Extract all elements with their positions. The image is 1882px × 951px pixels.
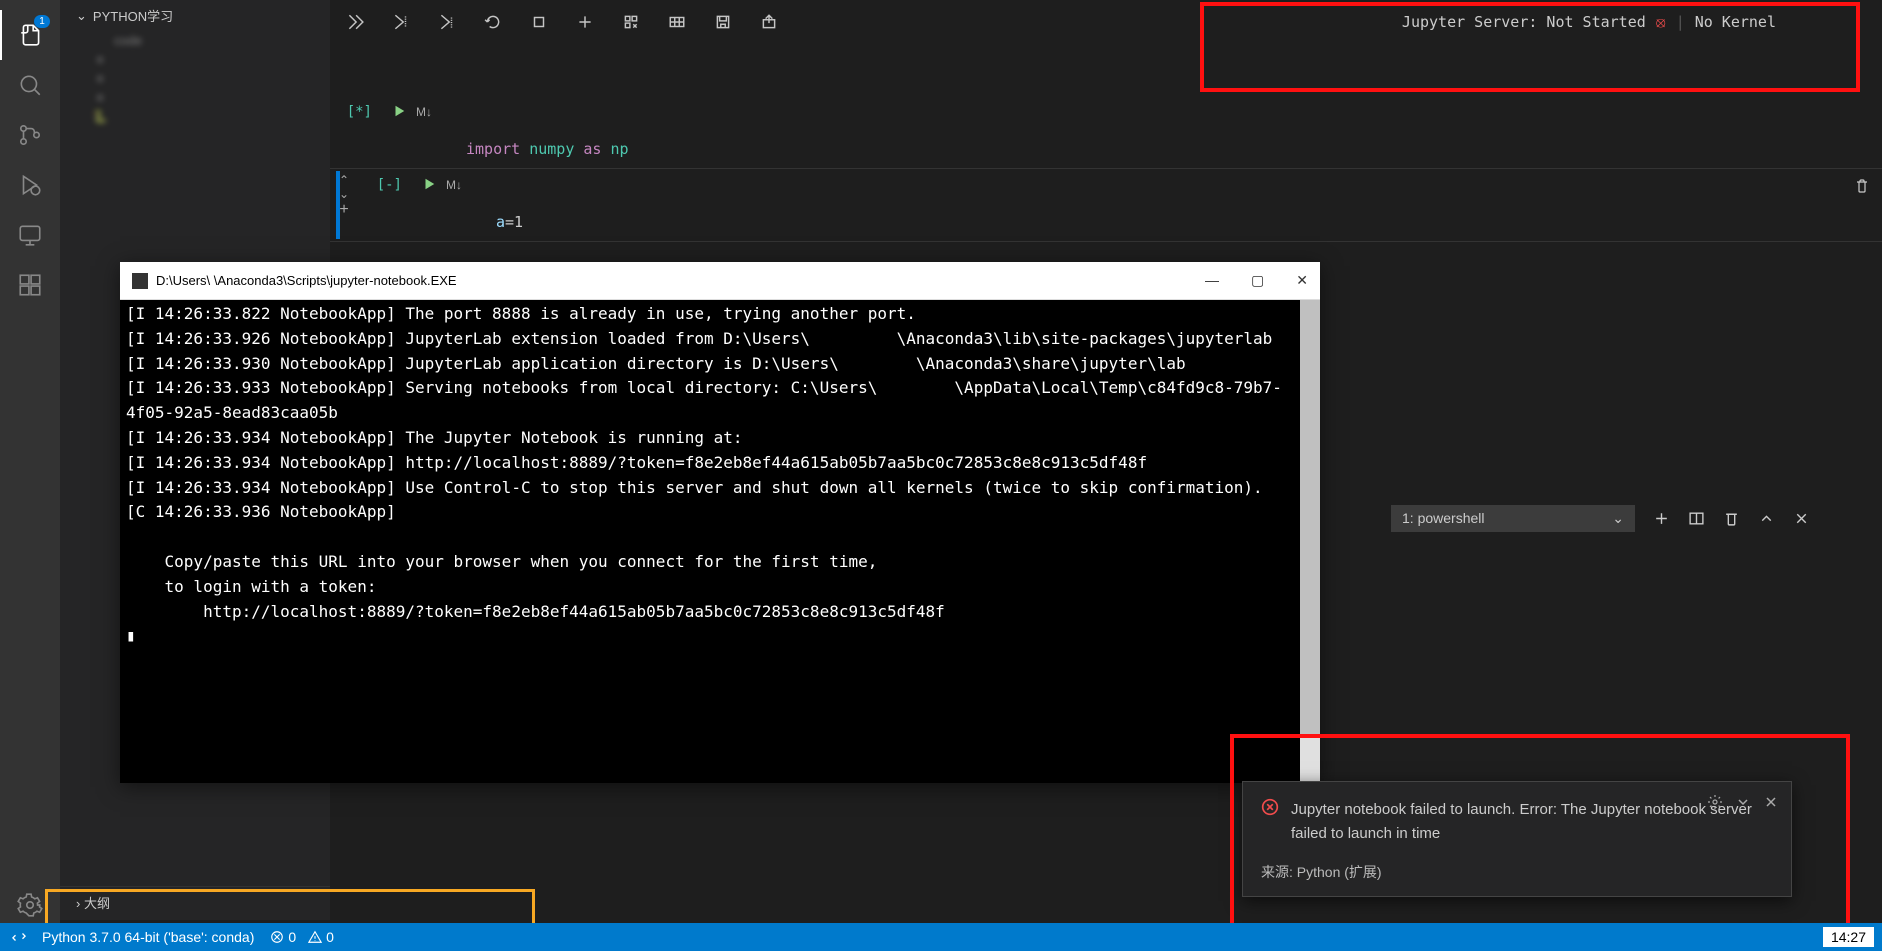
run-above-icon[interactable] bbox=[392, 13, 410, 31]
python-file-icon: 🐍 bbox=[92, 109, 108, 125]
kill-terminal-icon[interactable] bbox=[1723, 510, 1740, 527]
remote-icon[interactable] bbox=[0, 210, 60, 260]
activity-bar: 1 bbox=[0, 0, 60, 940]
explorer-icon[interactable]: 1 bbox=[0, 10, 60, 60]
kernel-status-text: No Kernel bbox=[1695, 13, 1776, 31]
status-bar: Python 3.7.0 64-bit ('base': conda) 0 0 bbox=[0, 923, 1882, 951]
sidebar-item[interactable]: ≡ bbox=[60, 50, 330, 69]
notebook-toolbar: Jupyter Server: Not Started ⦻ | No Kerne… bbox=[330, 0, 1882, 44]
add-icon[interactable]: + bbox=[339, 201, 348, 219]
file-icon: ≡ bbox=[92, 90, 108, 105]
cell-code-row[interactable]: import numpy as np bbox=[330, 132, 1882, 166]
restart-kernel-icon[interactable] bbox=[484, 13, 502, 31]
maximize-icon[interactable]: ▢ bbox=[1251, 272, 1264, 289]
problems-status[interactable]: 0 0 bbox=[270, 929, 333, 945]
close-panel-icon[interactable] bbox=[1793, 510, 1810, 527]
outline-label: 大纲 bbox=[84, 896, 110, 911]
python-interpreter-status[interactable]: Python 3.7.0 64-bit ('base': conda) bbox=[42, 929, 254, 945]
chevron-down-icon: ⌄ bbox=[76, 8, 87, 24]
toast-settings-icon[interactable] bbox=[1707, 794, 1723, 815]
notification-toast: Jupyter notebook failed to launch. Error… bbox=[1242, 781, 1792, 897]
maximize-panel-icon[interactable] bbox=[1758, 510, 1775, 527]
cell-execution-label: [*] bbox=[342, 102, 382, 120]
extensions-icon[interactable] bbox=[0, 260, 60, 310]
toast-message: Jupyter notebook failed to launch. Error… bbox=[1291, 798, 1773, 846]
run-all-icon[interactable] bbox=[346, 13, 364, 31]
chevron-down-icon: ⌄ bbox=[1612, 510, 1624, 527]
terminal-panel-header: 1: powershell ⌄ bbox=[1377, 500, 1882, 536]
sidebar-header-label: PYTHON学习 bbox=[93, 6, 173, 25]
console-titlebar[interactable]: D:\Users\ \Anaconda3\Scripts\jupyter-not… bbox=[120, 262, 1320, 300]
toast-close-icon[interactable] bbox=[1763, 794, 1779, 815]
file-icon: ≡ bbox=[92, 52, 108, 67]
disconnected-icon: ⦻ bbox=[1656, 13, 1666, 31]
clear-output-icon[interactable] bbox=[622, 13, 640, 31]
cell-execution-label: [-] bbox=[372, 175, 412, 193]
cell-reorder-controls[interactable]: ⌃⌄+ bbox=[330, 171, 358, 219]
cell-code[interactable]: a=1 bbox=[486, 209, 1870, 235]
scrollbar-thumb[interactable] bbox=[1300, 300, 1320, 735]
active-cell-indicator bbox=[336, 171, 340, 239]
run-debug-icon[interactable] bbox=[0, 160, 60, 210]
export-icon[interactable] bbox=[760, 13, 778, 31]
close-icon[interactable]: ✕ bbox=[1296, 272, 1308, 289]
remote-indicator[interactable] bbox=[12, 930, 26, 944]
notebook-cell[interactable]: [*] M↓ bbox=[330, 98, 1882, 132]
terminal-selector[interactable]: 1: powershell ⌄ bbox=[1391, 505, 1635, 532]
explorer-badge: 1 bbox=[34, 15, 50, 28]
notebook-cell[interactable]: [-] M↓ bbox=[360, 171, 1882, 205]
sidebar-item[interactable]: 🐍 bbox=[60, 107, 330, 127]
error-icon bbox=[1261, 798, 1279, 821]
sidebar-item[interactable]: code bbox=[60, 31, 330, 50]
move-up-icon[interactable]: ⌃ bbox=[339, 173, 349, 187]
toast-chevron-icon[interactable] bbox=[1735, 794, 1751, 815]
split-terminal-icon[interactable] bbox=[1688, 510, 1705, 527]
console-title: D:\Users\ \Anaconda3\Scripts\jupyter-not… bbox=[156, 273, 457, 288]
app-icon bbox=[132, 273, 148, 289]
console-window[interactable]: D:\Users\ \Anaconda3\Scripts\jupyter-not… bbox=[120, 262, 1320, 783]
run-cell-button[interactable] bbox=[382, 102, 416, 118]
cell-code-row[interactable]: a=1 bbox=[360, 205, 1882, 239]
minimize-icon[interactable]: — bbox=[1205, 272, 1219, 289]
console-output: [I 14:26:33.822 NotebookApp] The port 88… bbox=[126, 302, 1314, 649]
markdown-indicator[interactable]: M↓ bbox=[446, 175, 486, 192]
delete-cell-icon[interactable] bbox=[1854, 175, 1870, 199]
run-cell-button[interactable] bbox=[412, 175, 446, 191]
toast-source: 来源: Python (扩展) bbox=[1261, 862, 1773, 882]
move-down-icon[interactable]: ⌄ bbox=[339, 187, 349, 201]
cell-code[interactable]: import numpy as np bbox=[456, 136, 1870, 162]
sidebar-outline-header[interactable]: › 大纲 bbox=[60, 886, 330, 918]
sidebar-item[interactable]: ≡ bbox=[60, 69, 330, 88]
interrupt-icon[interactable] bbox=[530, 13, 548, 31]
sidebar-section-header[interactable]: ⌄ PYTHON学习 bbox=[60, 0, 330, 31]
server-status-text: Jupyter Server: Not Started bbox=[1402, 13, 1646, 31]
new-terminal-icon[interactable] bbox=[1653, 510, 1670, 527]
console-body[interactable]: [I 14:26:33.822 NotebookApp] The port 88… bbox=[120, 300, 1320, 783]
save-icon[interactable] bbox=[714, 13, 732, 31]
variables-icon[interactable] bbox=[668, 13, 686, 31]
jupyter-status[interactable]: Jupyter Server: Not Started ⦻ | No Kerne… bbox=[1402, 13, 1882, 31]
run-below-icon[interactable] bbox=[438, 13, 456, 31]
sidebar-item[interactable]: ≡ bbox=[60, 88, 330, 107]
source-control-icon[interactable] bbox=[0, 110, 60, 160]
markdown-indicator[interactable]: M↓ bbox=[416, 102, 456, 119]
system-clock: 14:27 bbox=[1823, 927, 1874, 947]
search-icon[interactable] bbox=[0, 60, 60, 110]
add-cell-icon[interactable] bbox=[576, 13, 594, 31]
chevron-right-icon: › bbox=[76, 896, 80, 911]
file-icon: ≡ bbox=[92, 71, 108, 86]
